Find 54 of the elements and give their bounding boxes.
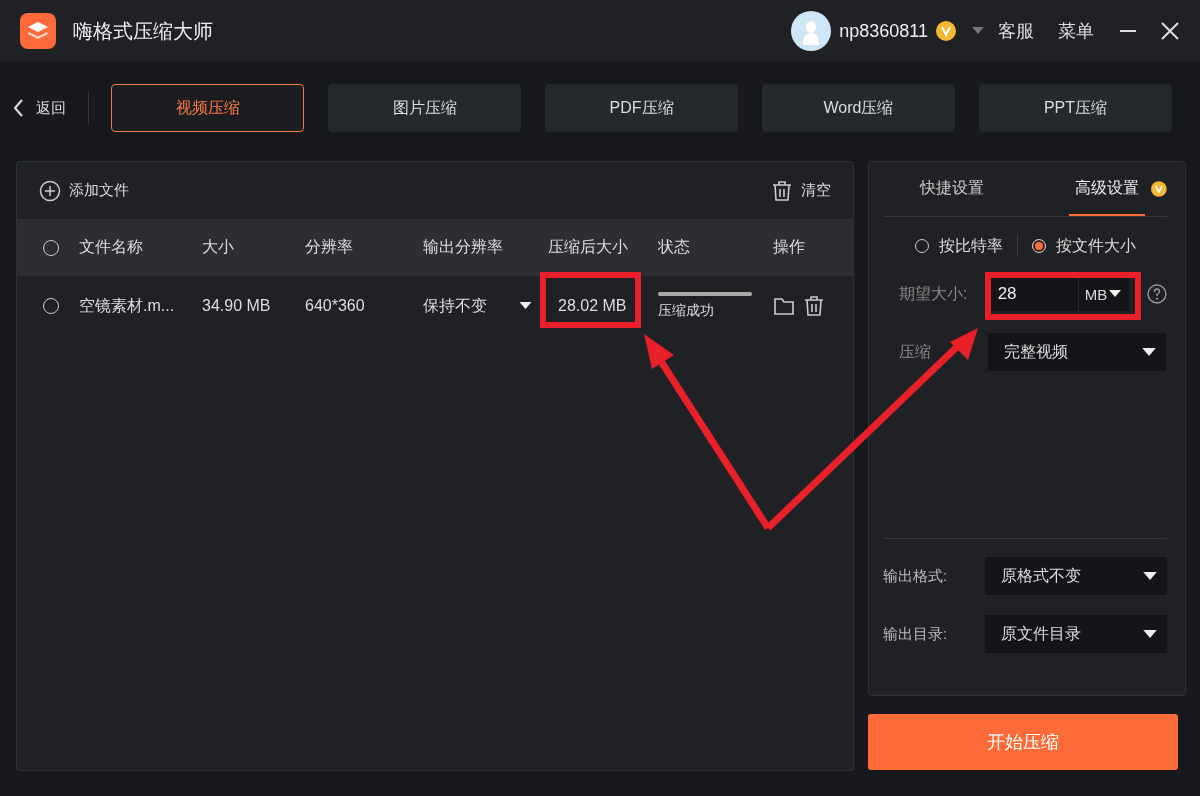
user-name[interactable]: np8360811	[839, 20, 928, 42]
mode-radio[interactable]: 按比特率	[914, 235, 1003, 257]
vip-badge-icon	[936, 21, 956, 41]
field-label: 期望大小:	[898, 283, 969, 304]
vip-badge-icon	[1151, 181, 1167, 197]
column-header: 输出分辨率	[423, 237, 504, 257]
column-header: 压缩后大小	[548, 237, 629, 257]
close-icon[interactable]	[1160, 21, 1180, 41]
range-dropdown[interactable]: 完整视频	[988, 333, 1166, 371]
caret-icon	[1143, 629, 1157, 639]
tab[interactable]: PDF压缩	[545, 84, 738, 132]
column-header: 状态	[658, 237, 691, 257]
app-logo	[20, 13, 56, 49]
settings-tab[interactable]: 快捷设置	[883, 162, 1021, 216]
add-file-button[interactable]: 添加文件	[39, 179, 129, 202]
caret-icon	[1109, 290, 1122, 298]
avatar-icon[interactable]	[791, 11, 832, 51]
tab[interactable]: 图片压缩	[328, 84, 521, 132]
trash-icon	[771, 179, 793, 202]
column-header: 操作	[773, 237, 806, 257]
column-header: 大小	[202, 237, 235, 257]
folder-icon[interactable]	[773, 296, 795, 316]
field-label: 压缩	[898, 341, 932, 362]
unit-dropdown[interactable]: MB	[1077, 277, 1128, 311]
status-text: 压缩成功	[658, 302, 715, 320]
clear-button[interactable]: 清空	[771, 179, 831, 202]
add-icon	[39, 179, 61, 202]
mode-radio[interactable]: 按文件大小	[1031, 235, 1136, 257]
table-cell-text: 34.90 MB	[202, 297, 272, 315]
output-dropdown[interactable]: 原格式不变	[985, 557, 1167, 595]
tab[interactable]: PPT压缩	[979, 84, 1172, 132]
column-header: 分辨率	[305, 237, 354, 257]
caret-icon	[1142, 347, 1156, 357]
tab[interactable]: Word压缩	[762, 84, 955, 132]
resolution-dropdown[interactable]: 保持不变	[423, 295, 548, 317]
table-cell-text: 640*360	[305, 297, 366, 315]
field-label: 输出目录:	[883, 624, 949, 644]
caret-icon	[519, 302, 532, 310]
help-icon[interactable]	[1147, 284, 1167, 304]
table-cell-text: 28.02 MB	[558, 297, 628, 315]
header-link[interactable]: 客服	[998, 19, 1034, 43]
table-cell-text: 空镜素材.m...	[79, 295, 176, 316]
output-dropdown[interactable]: 原文件目录	[985, 615, 1167, 653]
back-button[interactable]: 返回	[14, 98, 66, 118]
tab[interactable]: 视频压缩	[111, 84, 304, 132]
caret-icon[interactable]	[972, 27, 984, 35]
delete-icon[interactable]	[803, 295, 825, 317]
field-label: 输出格式:	[883, 566, 949, 586]
caret-icon	[1143, 571, 1157, 581]
header-link[interactable]: 菜单	[1058, 19, 1094, 43]
app-title: 嗨格式压缩大师	[73, 18, 213, 44]
settings-tab[interactable]: 高级设置	[1068, 162, 1146, 216]
size-input[interactable]: 28	[987, 277, 1078, 311]
column-header: 文件名称	[79, 237, 144, 257]
